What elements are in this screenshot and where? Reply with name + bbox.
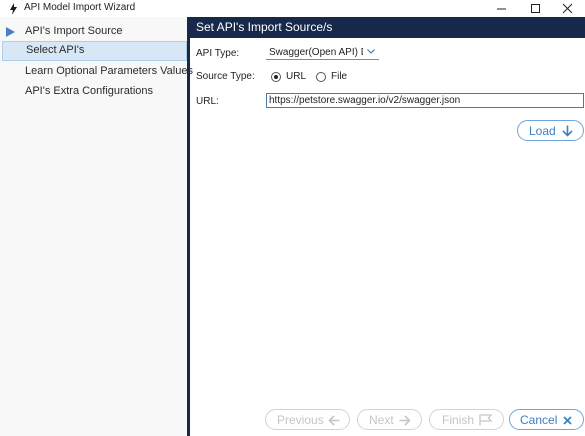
cancel-button[interactable]: Cancel: [509, 409, 584, 430]
step-import-source[interactable]: API's Import Source: [0, 22, 188, 42]
radio-label: URL: [286, 71, 307, 82]
close-button[interactable]: [551, 0, 585, 17]
finish-label: Finish: [442, 413, 475, 427]
arrow-down-icon: [562, 125, 573, 137]
cancel-label: Cancel: [520, 413, 558, 427]
step-label: Select API's: [26, 44, 85, 56]
minimize-button[interactable]: [485, 0, 519, 17]
title-bar: API Model Import Wizard: [0, 0, 585, 17]
finish-button[interactable]: Finish: [429, 409, 504, 430]
radio-checked-dot: [274, 75, 278, 79]
maximize-icon: [531, 4, 540, 13]
step-label: API's Import Source: [25, 25, 123, 37]
current-step-arrow-icon: [6, 27, 15, 37]
radio-circle: [316, 72, 326, 82]
source-type-label: Source Type:: [196, 71, 255, 82]
url-label: URL:: [196, 96, 219, 107]
step-extra-configurations[interactable]: API's Extra Configurations: [0, 82, 188, 102]
close-icon: [562, 3, 573, 14]
load-label: Load: [529, 124, 556, 138]
radio-circle: [271, 72, 281, 82]
step-learn-optional-params[interactable]: Learn Optional Parameters Values: [0, 62, 193, 82]
api-type-select[interactable]: Swagger(Open API) Doc: [266, 45, 379, 60]
chevron-down-icon: [367, 49, 375, 54]
api-type-value: Swagger(Open API) Doc: [269, 47, 363, 58]
previous-label: Previous: [277, 413, 324, 427]
next-label: Next: [369, 413, 394, 427]
flag-icon: [479, 414, 492, 426]
page-title: Set API's Import Source/s: [196, 20, 333, 34]
api-type-label: API Type:: [196, 48, 240, 59]
url-input[interactable]: [266, 93, 584, 108]
load-button[interactable]: Load: [517, 120, 584, 141]
minimize-icon: [497, 8, 506, 10]
step-header: Set API's Import Source/s: [190, 17, 585, 38]
radio-label: File: [331, 71, 348, 82]
arrow-right-icon: [399, 415, 411, 426]
app-icon: [10, 3, 17, 15]
step-label: Learn Optional Parameters Values: [25, 65, 193, 77]
arrow-left-icon: [328, 415, 340, 426]
window-title: API Model Import Wizard: [24, 2, 136, 13]
wizard-steps-sidebar: API's Import Source Select API's Learn O…: [0, 17, 193, 436]
step-select-apis[interactable]: Select API's: [2, 41, 187, 61]
next-button[interactable]: Next: [357, 409, 422, 430]
step-label: API's Extra Configurations: [25, 85, 154, 97]
close-x-icon: [563, 416, 572, 425]
maximize-button[interactable]: [519, 0, 553, 17]
sidebar-divider: [187, 17, 190, 436]
previous-button[interactable]: Previous: [265, 409, 350, 430]
